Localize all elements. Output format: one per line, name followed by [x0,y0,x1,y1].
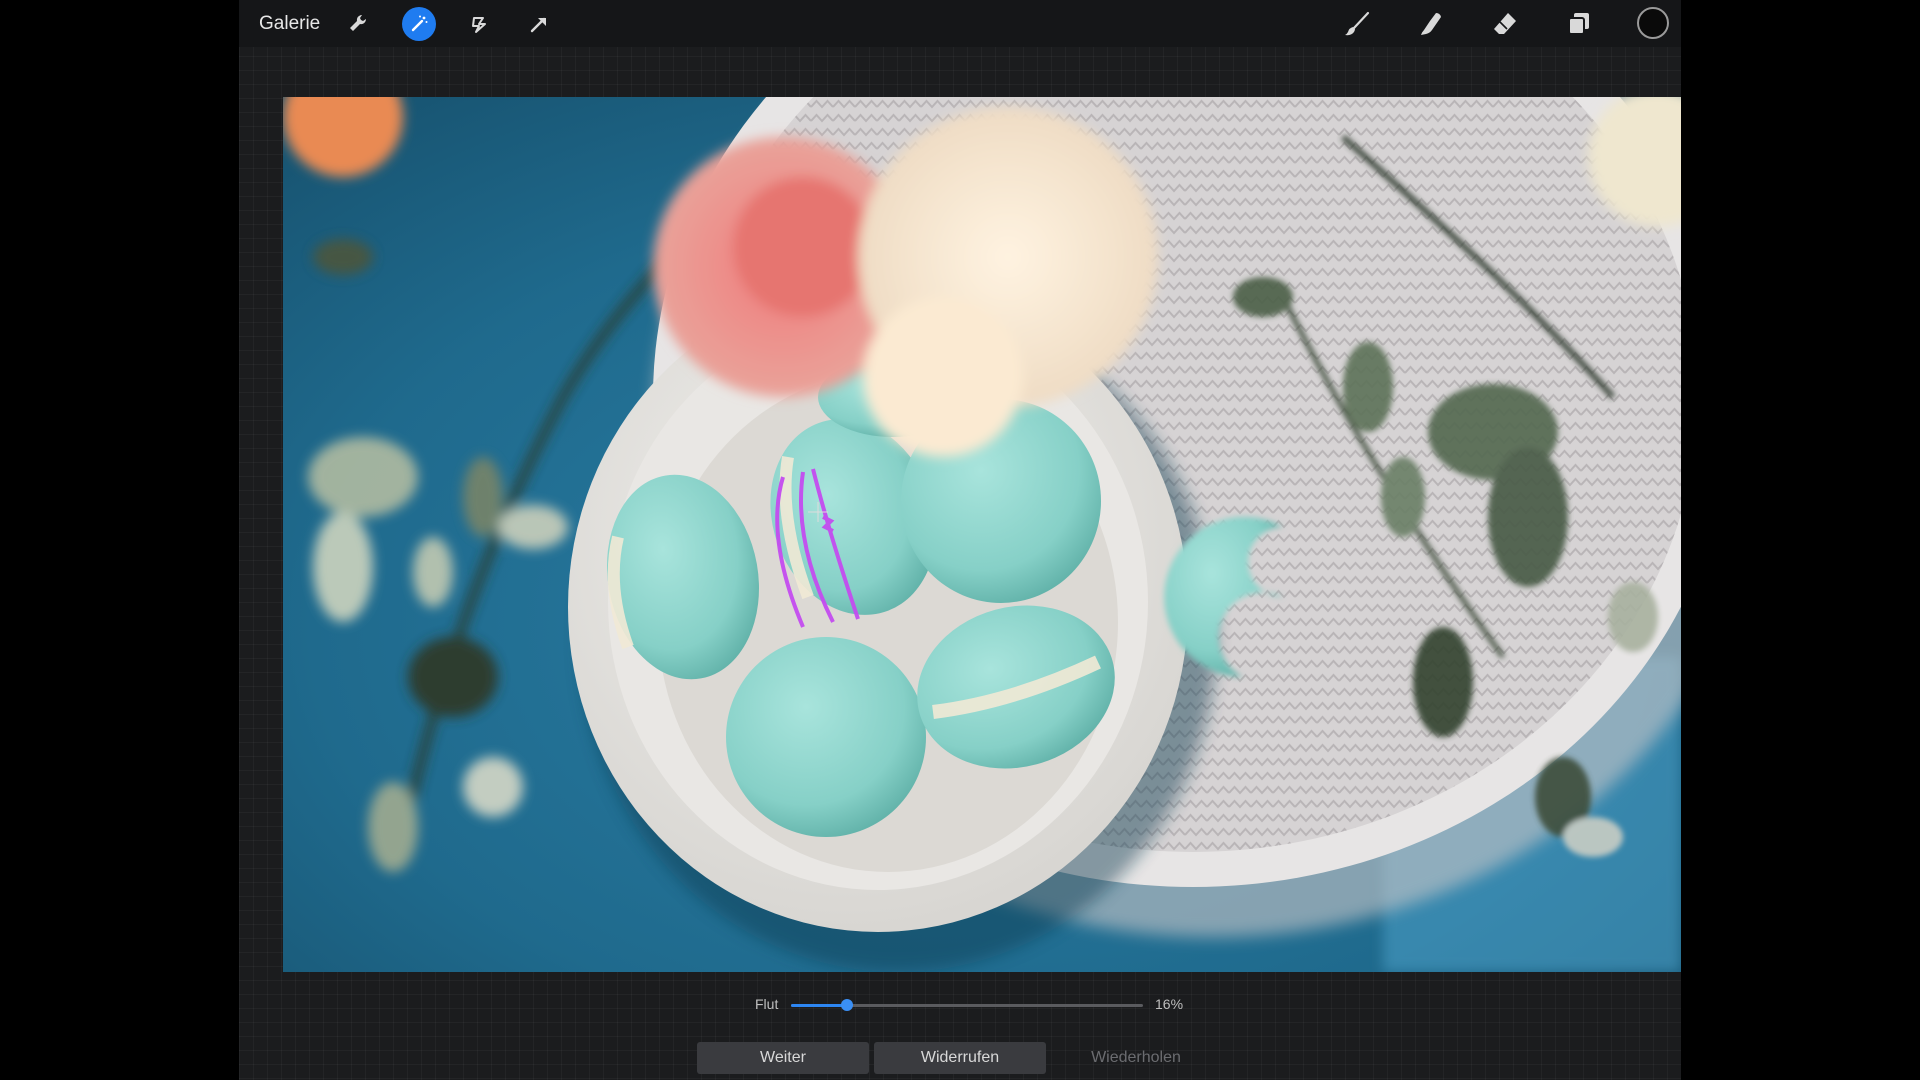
flood-value: 16% [1155,996,1184,1012]
brush-icon[interactable] [1340,7,1374,41]
flood-label: Flut [755,996,779,1012]
top-toolbar: Galerie [239,0,1681,47]
selection-icon[interactable] [462,7,496,41]
undo-button[interactable]: Widerrufen [874,1042,1046,1074]
eraser-icon[interactable] [1488,7,1522,41]
wrench-icon[interactable] [342,7,376,41]
color-picker-swatch[interactable] [1637,7,1669,39]
layers-icon[interactable] [1562,7,1596,41]
transform-arrow-icon[interactable] [522,7,556,41]
redo-button[interactable]: Wiederholen [1050,1042,1222,1074]
flood-slider-fill [791,1004,848,1007]
flood-slider[interactable] [791,999,1143,1011]
smudge-icon[interactable] [1414,7,1448,41]
next-button[interactable]: Weiter [697,1042,869,1074]
canvas-photo[interactable] [283,97,1681,972]
procreate-app: Galerie Flut 16% Weiter Widerrufen Wiede… [239,0,1681,1080]
flood-slider-handle[interactable] [841,999,854,1011]
magic-wand-icon[interactable] [402,7,436,41]
gallery-button[interactable]: Galerie [259,0,320,47]
macarons-photo [283,97,1681,972]
